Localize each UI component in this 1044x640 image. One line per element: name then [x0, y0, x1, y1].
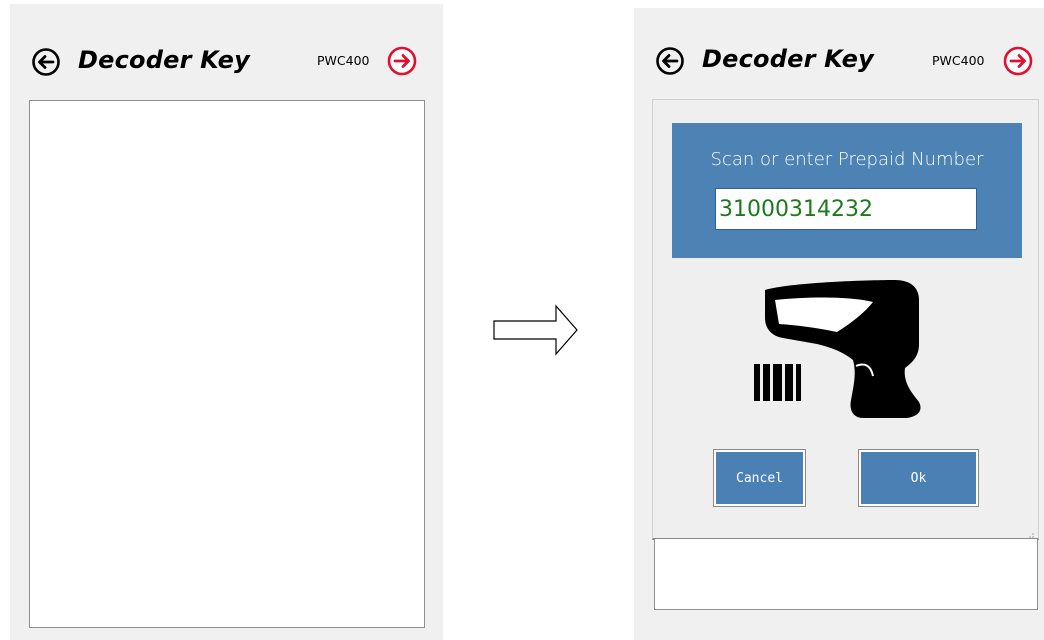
page-title: Decoder Key	[702, 45, 874, 73]
content-area	[29, 100, 425, 628]
right-arrow-icon	[493, 304, 579, 356]
resize-grip-icon[interactable]	[1026, 526, 1034, 541]
device-label: PWC400	[932, 53, 985, 68]
after-screen: Decoder Key PWC400 Scan or enter Prepaid…	[634, 8, 1044, 640]
scan-prompt-box: Scan or enter Prepaid Number	[672, 123, 1022, 258]
back-arrow-circle-icon[interactable]	[654, 45, 686, 77]
cancel-button[interactable]: Cancel	[713, 449, 806, 507]
prepaid-number-input[interactable]	[715, 188, 977, 230]
forward-arrow-circle-icon[interactable]	[386, 45, 418, 77]
prepaid-dialog: Scan or enter Prepaid Number Cancel Ok	[652, 99, 1039, 541]
ok-button[interactable]: Ok	[858, 449, 979, 507]
header: Decoder Key PWC400	[10, 4, 443, 99]
content-area	[654, 539, 1038, 610]
before-screen: Decoder Key PWC400	[10, 4, 443, 640]
back-arrow-circle-icon[interactable]	[30, 46, 62, 78]
page-title: Decoder Key	[78, 46, 250, 74]
header: Decoder Key PWC400	[634, 8, 1044, 103]
forward-arrow-circle-icon[interactable]	[1002, 45, 1034, 77]
barcode-scanner-icon	[753, 278, 943, 423]
device-label: PWC400	[317, 53, 370, 68]
scan-prompt-label: Scan or enter Prepaid Number	[710, 149, 984, 170]
